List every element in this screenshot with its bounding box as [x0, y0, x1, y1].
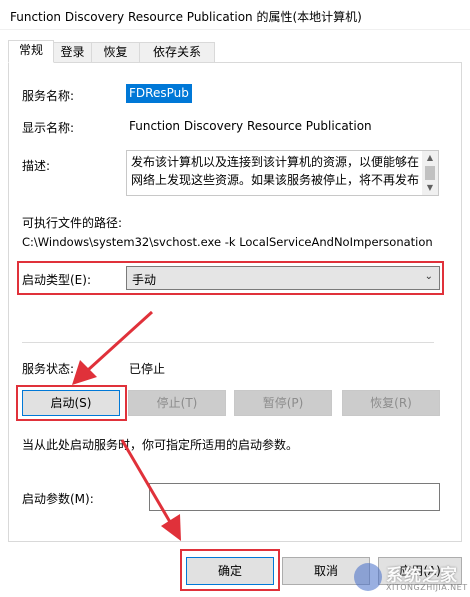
- resume-button[interactable]: 恢复(R): [342, 390, 440, 416]
- startup-type-label: 启动类型(E):: [22, 273, 91, 287]
- title-bar[interactable]: Function Discovery Resource Publication …: [0, 0, 470, 30]
- tab-recovery[interactable]: 恢复: [91, 42, 140, 62]
- tab-logon[interactable]: 登录: [53, 42, 92, 62]
- start-params-input[interactable]: [149, 483, 440, 511]
- description-textbox[interactable]: 发布该计算机以及连接到该计算机的资源，以便能够在网络上发现这些资源。如果该服务被…: [126, 150, 439, 196]
- scroll-down-icon[interactable]: ▼: [422, 181, 438, 195]
- start-button[interactable]: 启动(S): [22, 390, 120, 416]
- tab-general[interactable]: 常规: [8, 40, 54, 63]
- general-tab-panel: [8, 62, 462, 542]
- service-name-value[interactable]: FDResPub: [126, 84, 192, 103]
- pause-button[interactable]: 暂停(P): [234, 390, 332, 416]
- service-name-label: 服务名称:: [22, 89, 75, 103]
- chevron-down-icon[interactable]: ⌄: [425, 271, 433, 282]
- scroll-thumb[interactable]: [425, 166, 435, 180]
- start-params-label: 启动参数(M):: [22, 492, 94, 506]
- description-scrollbar[interactable]: ▲ ▼: [422, 151, 438, 195]
- display-name-label: 显示名称:: [22, 121, 75, 135]
- stop-button[interactable]: 停止(T): [128, 390, 226, 416]
- start-params-hint: 当从此处启动服务时，你可指定所适用的启动参数。: [22, 438, 299, 452]
- exe-path-label: 可执行文件的路径:: [22, 216, 123, 230]
- scroll-up-icon[interactable]: ▲: [422, 151, 438, 165]
- divider: [22, 342, 434, 343]
- description-value: 发布该计算机以及连接到该计算机的资源，以便能够在网络上发现这些资源。如果该服务被…: [131, 155, 420, 187]
- display-name-value[interactable]: Function Discovery Resource Publication: [129, 119, 372, 133]
- startup-type-select[interactable]: 手动 ⌄: [126, 266, 440, 290]
- startup-type-value: 手动: [132, 273, 157, 287]
- description-label: 描述:: [22, 159, 51, 173]
- tab-dependencies[interactable]: 依存关系: [139, 42, 215, 62]
- window-title: Function Discovery Resource Publication …: [10, 10, 362, 24]
- ok-button-highlight: [180, 549, 280, 591]
- service-status-value: 已停止: [129, 362, 166, 376]
- exe-path-value[interactable]: C:\Windows\system32\svchost.exe -k Local…: [22, 235, 433, 249]
- watermark-logo-icon: [354, 563, 382, 591]
- watermark: 系统之家 XITONGZHIJIA.NET: [354, 559, 468, 595]
- watermark-sub: XITONGZHIJIA.NET: [386, 583, 468, 592]
- service-status-label: 服务状态:: [22, 362, 75, 376]
